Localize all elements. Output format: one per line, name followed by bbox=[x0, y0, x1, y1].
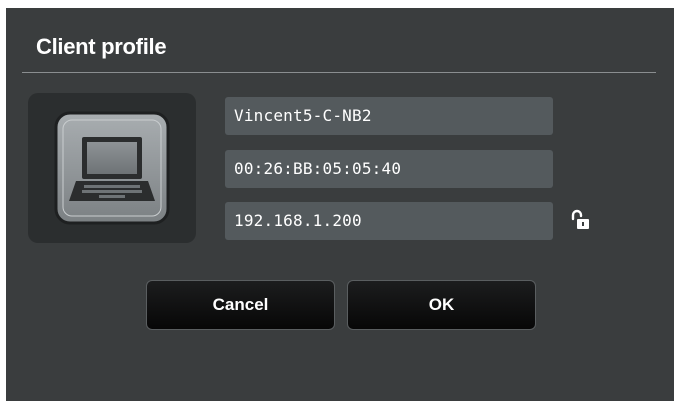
client-name-field[interactable]: Vincent5-C-NB2 bbox=[225, 97, 553, 135]
unlocked-padlock-icon[interactable] bbox=[569, 209, 591, 231]
ok-button[interactable]: OK bbox=[347, 280, 536, 330]
mac-address-field: 00:26:BB:05:05:40 bbox=[225, 150, 553, 188]
device-tile bbox=[28, 93, 196, 243]
ip-address-field[interactable]: 192.168.1.200 bbox=[225, 202, 553, 240]
client-profile-dialog: Client profile Vincent5-C-NB2 00:26:BB:0… bbox=[6, 8, 674, 401]
dialog-title: Client profile bbox=[36, 34, 167, 59]
laptop-icon bbox=[54, 111, 170, 225]
title-divider bbox=[22, 72, 656, 73]
cancel-button[interactable]: Cancel bbox=[146, 280, 335, 330]
